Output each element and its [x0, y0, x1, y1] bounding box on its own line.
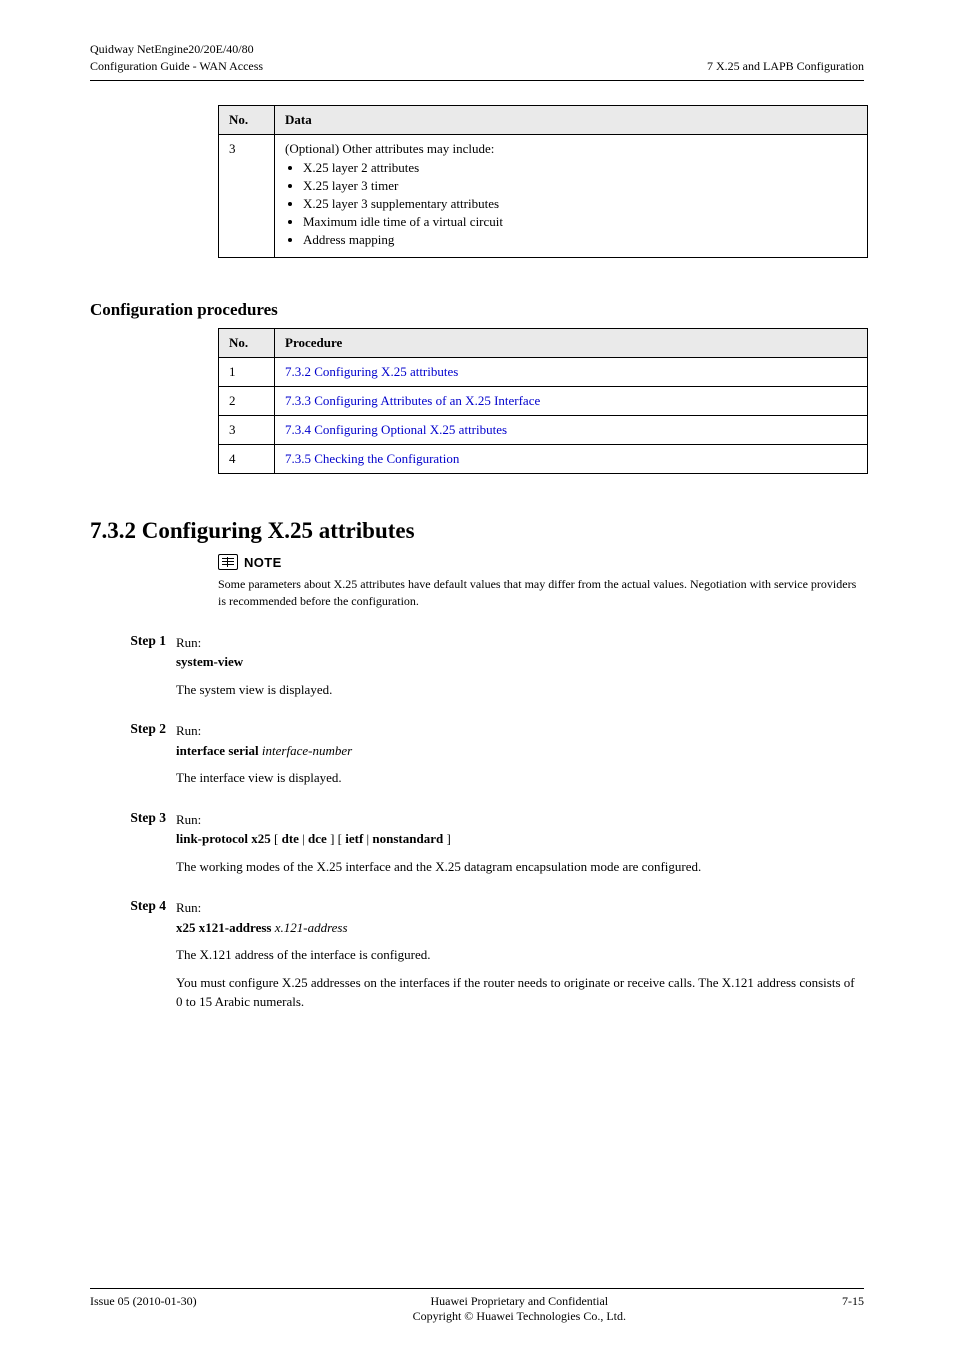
header-row-2: Configuration Guide - WAN Access 7 X.25 … — [90, 59, 864, 74]
step-line: Run: — [176, 633, 864, 653]
cell-no: 2 — [219, 387, 275, 416]
header-left-1: Quidway NetEngine20/20E/40/80 — [90, 42, 254, 57]
step-line: interface serial interface-number — [176, 741, 864, 761]
cell-procedure: 7.3.2 Configuring X.25 attributes — [275, 358, 868, 387]
cell-no: 1 — [219, 358, 275, 387]
data-table: No. Data 3 (Optional) Other attributes m… — [218, 105, 868, 258]
step-label: Step 2 — [90, 721, 176, 788]
cell-no: 4 — [219, 445, 275, 474]
section-title: 7.3.2 Configuring X.25 attributes — [90, 518, 864, 544]
table-row: 1 7.3.2 Configuring X.25 attributes — [219, 358, 868, 387]
list-item: X.25 layer 3 timer — [303, 178, 857, 194]
procedure-link[interactable]: 7.3.3 Configuring Attributes of an X.25 … — [285, 393, 540, 408]
list-item: X.25 layer 2 attributes — [303, 160, 857, 176]
cell-intro: (Optional) Other attributes may include: — [285, 141, 857, 157]
step-body: Run: x25 x121-address x.121-address The … — [176, 898, 864, 1012]
cell-no: 3 — [219, 416, 275, 445]
config-procedures-heading: Configuration procedures — [90, 300, 864, 320]
cell-no: 3 — [219, 135, 275, 258]
col-header-procedure: Procedure — [275, 329, 868, 358]
step-line: link-protocol x25 [ dte | dce ] [ ietf |… — [176, 829, 864, 849]
step-body: Run: system-view The system view is disp… — [176, 633, 864, 700]
table-row: 3 (Optional) Other attributes may includ… — [219, 135, 868, 258]
header-rule — [90, 80, 864, 81]
table-header-row: No. Data — [219, 106, 868, 135]
cell-procedure: 7.3.5 Checking the Configuration — [275, 445, 868, 474]
header-row: Quidway NetEngine20/20E/40/80 — [90, 42, 864, 57]
cell-data: (Optional) Other attributes may include:… — [275, 135, 868, 258]
list-item: Maximum idle time of a virtual circuit — [303, 214, 857, 230]
procedure-table: No. Procedure 1 7.3.2 Configuring X.25 a… — [218, 328, 868, 474]
step-block: Step 4 Run: x25 x121-address x.121-addre… — [90, 898, 864, 1012]
footer-right: 7-15 — [842, 1294, 864, 1324]
step-label: Step 1 — [90, 633, 176, 700]
list-item: X.25 layer 3 supplementary attributes — [303, 196, 857, 212]
note-row: NOTE — [218, 554, 864, 570]
footer-row: Issue 05 (2010-01-30) Huawei Proprietary… — [90, 1294, 864, 1324]
footer-center-1: Huawei Proprietary and Confidential — [413, 1294, 626, 1309]
step-line: Run: — [176, 810, 864, 830]
col-header-data: Data — [275, 106, 868, 135]
footer-rule — [90, 1288, 864, 1289]
cell-bullets: X.25 layer 2 attributes X.25 layer 3 tim… — [285, 160, 857, 248]
step-block: Step 1 Run: system-view The system view … — [90, 633, 864, 700]
table-row: 4 7.3.5 Checking the Configuration — [219, 445, 868, 474]
step-label: Step 4 — [90, 898, 176, 1012]
step-line: system-view — [176, 652, 864, 672]
step-body: Run: interface serial interface-number T… — [176, 721, 864, 788]
step-line: x25 x121-address x.121-address — [176, 918, 864, 938]
col-header-no: No. — [219, 329, 275, 358]
header-left-2: Configuration Guide - WAN Access — [90, 59, 263, 74]
page-header: Quidway NetEngine20/20E/40/80 Configurat… — [0, 0, 954, 81]
step-line: Run: — [176, 721, 864, 741]
step-label: Step 3 — [90, 810, 176, 877]
step-line: Run: — [176, 898, 864, 918]
header-right-2: 7 X.25 and LAPB Configuration — [707, 59, 864, 74]
table-row: 3 7.3.4 Configuring Optional X.25 attrib… — [219, 416, 868, 445]
note-body: Some parameters about X.25 attributes ha… — [218, 576, 864, 611]
table-header-row: No. Procedure — [219, 329, 868, 358]
footer-center-2: Copyright © Huawei Technologies Co., Ltd… — [413, 1309, 626, 1324]
step-body: Run: link-protocol x25 [ dte | dce ] [ i… — [176, 810, 864, 877]
procedure-link[interactable]: 7.3.2 Configuring X.25 attributes — [285, 364, 458, 379]
footer-left: Issue 05 (2010-01-30) — [90, 1294, 197, 1324]
note-icon — [218, 554, 238, 570]
cell-procedure: 7.3.3 Configuring Attributes of an X.25 … — [275, 387, 868, 416]
list-item: Address mapping — [303, 232, 857, 248]
table-row: 2 7.3.3 Configuring Attributes of an X.2… — [219, 387, 868, 416]
footer-center: Huawei Proprietary and Confidential Copy… — [413, 1294, 626, 1324]
col-header-no: No. — [219, 106, 275, 135]
procedure-link[interactable]: 7.3.4 Configuring Optional X.25 attribut… — [285, 422, 507, 437]
step-line: The X.121 address of the interface is co… — [176, 945, 864, 965]
step-block: Step 3 Run: link-protocol x25 [ dte | dc… — [90, 810, 864, 877]
step-line: The system view is displayed. — [176, 680, 864, 700]
step-line: The interface view is displayed. — [176, 768, 864, 788]
step-block: Step 2 Run: interface serial interface-n… — [90, 721, 864, 788]
note-label: NOTE — [244, 555, 282, 570]
cell-procedure: 7.3.4 Configuring Optional X.25 attribut… — [275, 416, 868, 445]
page-footer: Issue 05 (2010-01-30) Huawei Proprietary… — [90, 1288, 864, 1324]
step-line: The working modes of the X.25 interface … — [176, 857, 864, 877]
step-line: You must configure X.25 addresses on the… — [176, 973, 864, 1012]
procedure-link[interactable]: 7.3.5 Checking the Configuration — [285, 451, 459, 466]
